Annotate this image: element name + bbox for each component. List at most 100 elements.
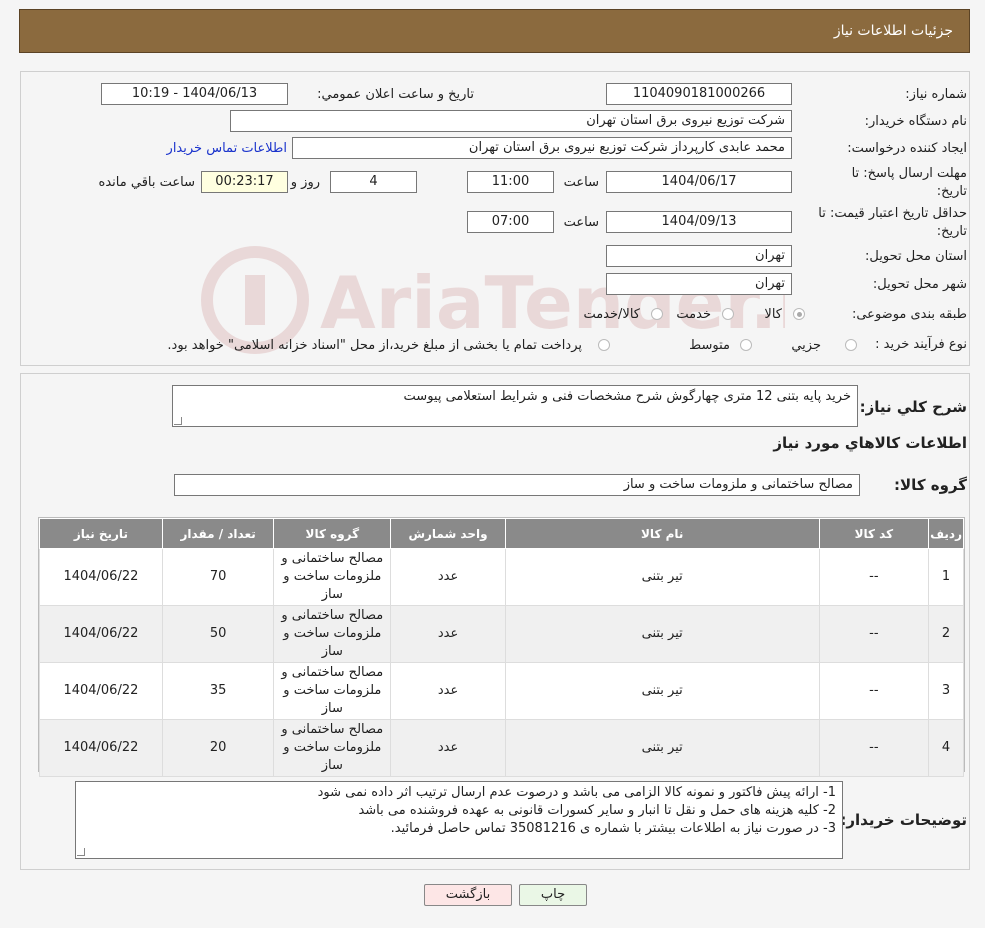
items-table: ردیف کد کالا نام کالا واحد شمارش گروه کا… bbox=[39, 518, 964, 777]
cell-group: مصالح ساختمانی و ملزومات ساخت و ساز bbox=[273, 662, 392, 720]
cell-qty: 20 bbox=[161, 719, 275, 777]
buyer-org-field: شرکت توزیع نیروی برق استان تهران bbox=[230, 110, 792, 132]
cell-date: 1404/06/22 bbox=[39, 719, 163, 777]
page-title: جزئیات اطلاعات نیاز bbox=[833, 23, 953, 39]
need-number-label: شماره نیاز: bbox=[905, 87, 967, 102]
cell-group: مصالح ساختمانی و ملزومات ساخت و ساز bbox=[273, 719, 392, 777]
creator-label: ایجاد کننده درخواست: bbox=[847, 141, 967, 156]
items-table-wrap: ردیف کد کالا نام کالا واحد شمارش گروه کا… bbox=[38, 517, 965, 777]
category-option-goods-service: کالا/خدمت bbox=[583, 307, 640, 322]
cell-qty: 70 bbox=[161, 548, 275, 606]
province-label: استان محل تحویل: bbox=[865, 249, 967, 264]
deadline-time-field: 11:00 bbox=[467, 171, 554, 193]
cell-name: تیر بتنی bbox=[504, 548, 820, 606]
print-button[interactable]: چاپ bbox=[519, 884, 587, 906]
deadline-label-2: تاریخ: bbox=[936, 184, 967, 199]
deadline-label: مهلت ارسال پاسخ: تا bbox=[851, 166, 967, 181]
col-group: گروه کالا bbox=[273, 518, 392, 549]
validity-label-2: تاریخ: bbox=[936, 224, 967, 239]
table-row: 2 -- تیر بتنی عدد مصالح ساختمانی و ملزوم… bbox=[39, 605, 964, 663]
category-radio-goods[interactable] bbox=[793, 308, 805, 320]
validity-time-field: 07:00 bbox=[467, 211, 554, 233]
process-note: پرداخت تمام یا بخشی از مبلغ خرید،از محل … bbox=[167, 338, 582, 353]
cell-qty: 50 bbox=[161, 605, 275, 663]
announce-date-field: 1404/06/13 - 10:19 bbox=[101, 83, 288, 105]
goods-group-field: مصالح ساختمانی و ملزومات ساخت و ساز bbox=[174, 474, 860, 496]
resize-grip-icon[interactable] bbox=[174, 417, 182, 425]
cell-row: 2 bbox=[928, 605, 964, 663]
need-number-field: 1104090181000266 bbox=[606, 83, 792, 105]
summary-label: شرح کلي نیاز: bbox=[859, 398, 967, 416]
cell-date: 1404/06/22 bbox=[39, 548, 163, 606]
cell-qty: 35 bbox=[161, 662, 275, 720]
notes-line: 1- ارائه پیش فاکتور و نمونه کالا الزامی … bbox=[317, 785, 836, 800]
category-option-service: خدمت bbox=[676, 307, 711, 322]
deadline-time-label: ساعت bbox=[563, 175, 599, 190]
cell-name: تیر بتنی bbox=[504, 719, 820, 777]
notes-line: 3- در صورت نیاز به اطلاعات بیشتر با شمار… bbox=[390, 821, 836, 836]
notes-label: توضیحات خریدار: bbox=[840, 811, 967, 829]
days-label: روز و bbox=[290, 175, 320, 190]
creator-field: محمد عابدی کارپرداز شرکت توزیع نیروی برق… bbox=[292, 137, 792, 159]
treasury-checkbox[interactable] bbox=[598, 339, 610, 351]
table-row: 1 -- تیر بتنی عدد مصالح ساختمانی و ملزوم… bbox=[39, 548, 964, 606]
cell-code: -- bbox=[818, 605, 930, 663]
page-header: جزئیات اطلاعات نیاز bbox=[19, 9, 970, 53]
days-field: 4 bbox=[330, 171, 417, 193]
category-option-goods: کالا bbox=[764, 307, 782, 322]
cell-name: تیر بتنی bbox=[504, 605, 820, 663]
cell-row: 3 bbox=[928, 662, 964, 720]
cell-group: مصالح ساختمانی و ملزومات ساخت و ساز bbox=[273, 548, 392, 606]
col-qty: تعداد / مقدار bbox=[161, 518, 275, 549]
process-radio-minor[interactable] bbox=[845, 339, 857, 351]
validity-time-label: ساعت bbox=[563, 215, 599, 230]
process-label: نوع فرآیند خرید : bbox=[875, 337, 967, 352]
remaining-time-label: ساعت باقي مانده bbox=[98, 175, 195, 190]
cell-unit: عدد bbox=[390, 605, 506, 663]
buyer-contact-link[interactable]: اطلاعات تماس خریدار bbox=[167, 141, 287, 156]
table-header-row: ردیف کد کالا نام کالا واحد شمارش گروه کا… bbox=[39, 518, 964, 549]
buyer-org-label: نام دستگاه خریدار: bbox=[864, 114, 967, 129]
table-row: 4 -- تیر بتنی عدد مصالح ساختمانی و ملزوم… bbox=[39, 719, 964, 777]
back-button[interactable]: بازگشت bbox=[424, 884, 512, 906]
col-name: نام کالا bbox=[504, 518, 820, 549]
notes-textarea[interactable]: 1- ارائه پیش فاکتور و نمونه کالا الزامی … bbox=[75, 781, 843, 859]
city-field: تهران bbox=[606, 273, 792, 295]
col-unit: واحد شمارش bbox=[390, 518, 506, 549]
cell-unit: عدد bbox=[390, 548, 506, 606]
summary-textarea[interactable]: خرید پایه بتنی 12 متری چهارگوش شرح مشخصا… bbox=[172, 385, 858, 427]
col-code: کد کالا bbox=[818, 518, 930, 549]
validity-date-field: 1404/09/13 bbox=[606, 211, 792, 233]
province-field: تهران bbox=[606, 245, 792, 267]
process-radio-medium[interactable] bbox=[740, 339, 752, 351]
cell-unit: عدد bbox=[390, 719, 506, 777]
notes-line: 2- کلیه هزینه های حمل و نقل تا انبار و س… bbox=[358, 803, 836, 818]
remaining-time-field: 00:23:17 bbox=[201, 171, 288, 193]
goods-section-title: اطلاعات کالاهاي مورد نیاز bbox=[773, 434, 967, 452]
cell-code: -- bbox=[818, 548, 930, 606]
cell-row: 1 bbox=[928, 548, 964, 606]
category-radio-service[interactable] bbox=[722, 308, 734, 320]
cell-unit: عدد bbox=[390, 662, 506, 720]
deadline-date-field: 1404/06/17 bbox=[606, 171, 792, 193]
goods-group-label: گروه کالا: bbox=[894, 476, 967, 494]
cell-date: 1404/06/22 bbox=[39, 605, 163, 663]
summary-text: خرید پایه بتنی 12 متری چهارگوش شرح مشخصا… bbox=[403, 389, 851, 404]
col-row: ردیف bbox=[928, 518, 964, 549]
col-date: تاریخ نیاز bbox=[39, 518, 163, 549]
table-row: 3 -- تیر بتنی عدد مصالح ساختمانی و ملزوم… bbox=[39, 662, 964, 720]
city-label: شهر محل تحویل: bbox=[872, 277, 967, 292]
category-label: طبقه بندی موضوعی: bbox=[851, 307, 967, 322]
process-option-medium: متوسط bbox=[689, 338, 730, 353]
process-option-minor: جزیي bbox=[791, 338, 821, 353]
cell-name: تیر بتنی bbox=[504, 662, 820, 720]
cell-date: 1404/06/22 bbox=[39, 662, 163, 720]
cell-group: مصالح ساختمانی و ملزومات ساخت و ساز bbox=[273, 605, 392, 663]
cell-row: 4 bbox=[928, 719, 964, 777]
category-radio-goods-service[interactable] bbox=[651, 308, 663, 320]
cell-code: -- bbox=[818, 662, 930, 720]
validity-label: حداقل تاریخ اعتبار قیمت: تا bbox=[818, 206, 967, 221]
announce-date-label: تاریخ و ساعت اعلان عمومي: bbox=[317, 87, 474, 102]
resize-grip-icon[interactable] bbox=[77, 848, 85, 856]
cell-code: -- bbox=[818, 719, 930, 777]
